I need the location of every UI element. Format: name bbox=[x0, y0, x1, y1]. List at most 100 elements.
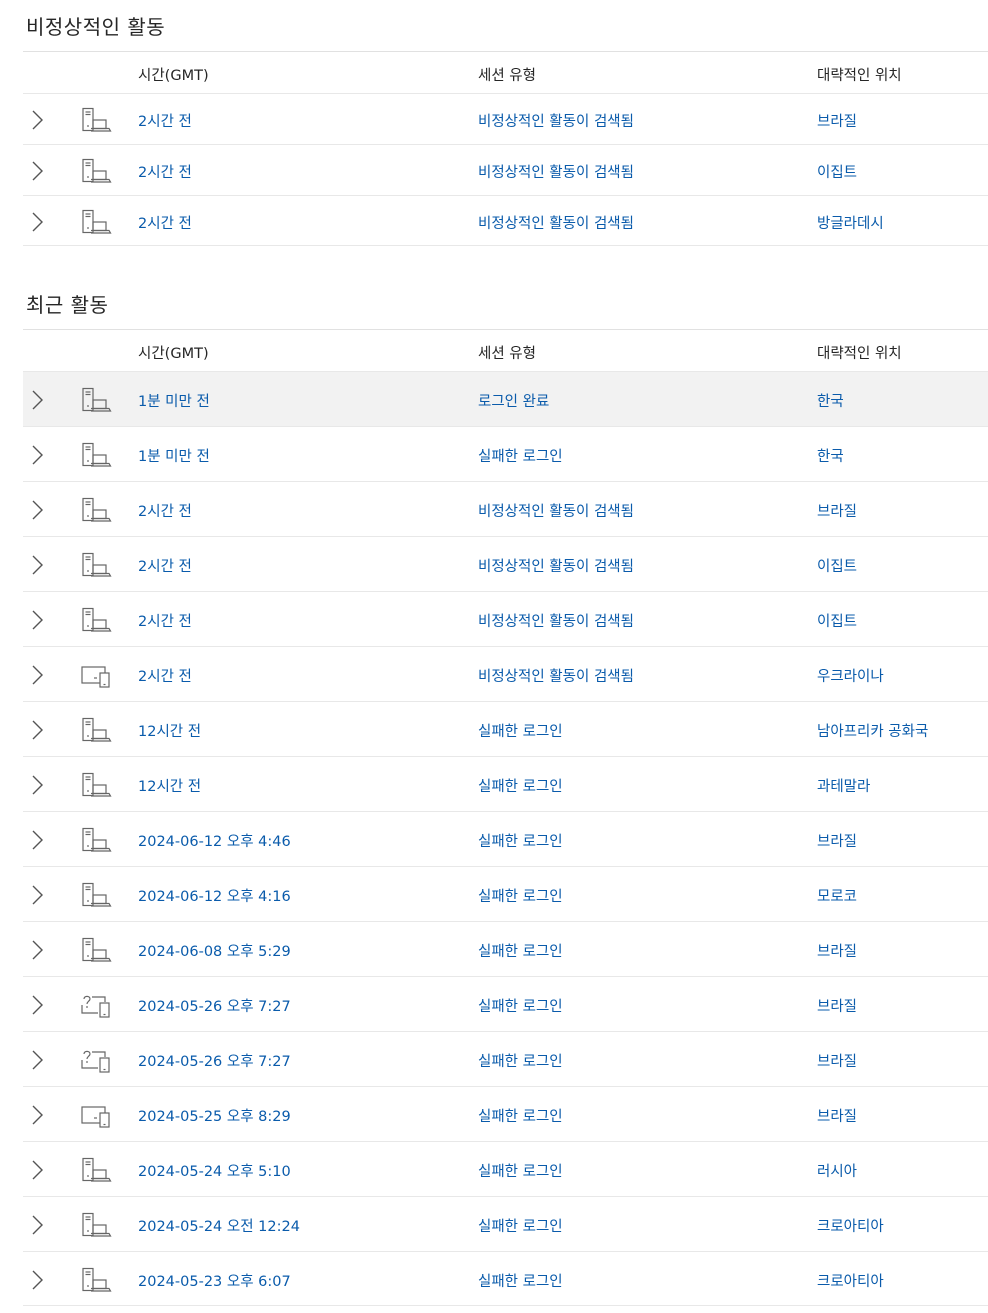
row-session-type-link[interactable]: 비정상적인 활동이 검색됨 bbox=[478, 610, 634, 631]
row-location-link[interactable]: 크로아티아 bbox=[817, 1215, 884, 1236]
chevron-right-icon[interactable] bbox=[27, 774, 45, 796]
row-time-link[interactable]: 2시간 전 bbox=[138, 500, 192, 521]
row-session-type-link[interactable]: 비정상적인 활동이 검색됨 bbox=[478, 212, 634, 233]
row-location-link[interactable]: 러시아 bbox=[817, 1160, 857, 1181]
row-session-type-link[interactable]: 비정상적인 활동이 검색됨 bbox=[478, 500, 634, 521]
chevron-right-icon[interactable] bbox=[27, 109, 45, 131]
row-session-type-link[interactable]: 비정상적인 활동이 검색됨 bbox=[478, 555, 634, 576]
chevron-right-icon[interactable] bbox=[27, 1049, 45, 1071]
table-row[interactable]: 2시간 전 비정상적인 활동이 검색됨 이집트 bbox=[23, 591, 988, 646]
table-row[interactable]: 2시간 전 비정상적인 활동이 검색됨 브라질 bbox=[23, 93, 988, 144]
row-location-link[interactable]: 과테말라 bbox=[817, 775, 870, 796]
row-time-link[interactable]: 2024-06-12 오후 4:16 bbox=[138, 885, 291, 906]
row-location-link[interactable]: 브라질 bbox=[817, 940, 857, 961]
row-location-link[interactable]: 브라질 bbox=[817, 110, 857, 131]
row-session-type-link[interactable]: 로그인 완료 bbox=[478, 390, 549, 411]
row-location-link[interactable]: 이집트 bbox=[817, 555, 857, 576]
table-row[interactable]: 2시간 전 비정상적인 활동이 검색됨 이집트 bbox=[23, 144, 988, 195]
chevron-right-icon[interactable] bbox=[27, 1104, 45, 1126]
row-session-type-link[interactable]: 비정상적인 활동이 검색됨 bbox=[478, 161, 634, 182]
row-location-link[interactable]: 남아프리카 공화국 bbox=[817, 720, 928, 741]
row-time-link[interactable]: 2024-05-26 오후 7:27 bbox=[138, 1050, 291, 1071]
row-time-link[interactable]: 2024-06-08 오후 5:29 bbox=[138, 940, 291, 961]
row-session-type-link[interactable]: 실패한 로그인 bbox=[478, 775, 563, 796]
row-time-link[interactable]: 2024-05-24 오후 5:10 bbox=[138, 1160, 291, 1181]
row-location-link[interactable]: 한국 bbox=[817, 445, 844, 466]
table-row[interactable]: 2024-05-23 오후 6:07 실패한 로그인 크로아티아 bbox=[23, 1251, 988, 1306]
table-row[interactable]: 2024-06-08 오후 5:29 실패한 로그인 브라질 bbox=[23, 921, 988, 976]
row-session-type-link[interactable]: 실패한 로그인 bbox=[478, 1270, 563, 1291]
table-row[interactable]: 2024-06-12 오후 4:46 실패한 로그인 브라질 bbox=[23, 811, 988, 866]
row-time-link[interactable]: 1분 미만 전 bbox=[138, 445, 210, 466]
chevron-right-icon[interactable] bbox=[27, 444, 45, 466]
chevron-right-icon[interactable] bbox=[27, 554, 45, 576]
chevron-right-icon[interactable] bbox=[27, 609, 45, 631]
row-session-type-link[interactable]: 실패한 로그인 bbox=[478, 1050, 563, 1071]
row-session-type-link[interactable]: 실패한 로그인 bbox=[478, 1215, 563, 1236]
row-time-link[interactable]: 2024-05-23 오후 6:07 bbox=[138, 1270, 291, 1291]
row-time-link[interactable]: 2024-05-25 오후 8:29 bbox=[138, 1105, 291, 1126]
table-row[interactable]: 2024-05-24 오후 5:10 실패한 로그인 러시아 bbox=[23, 1141, 988, 1196]
chevron-right-icon[interactable] bbox=[27, 1269, 45, 1291]
row-time-link[interactable]: 2024-05-26 오후 7:27 bbox=[138, 995, 291, 1016]
row-time-link[interactable]: 2시간 전 bbox=[138, 665, 192, 686]
row-time-link[interactable]: 2시간 전 bbox=[138, 161, 192, 182]
chevron-right-icon[interactable] bbox=[27, 994, 45, 1016]
row-time-link[interactable]: 2시간 전 bbox=[138, 110, 192, 131]
table-row[interactable]: 2024-05-26 오후 7:27 실패한 로그인 브라질 bbox=[23, 976, 988, 1031]
row-time-link[interactable]: 2시간 전 bbox=[138, 610, 192, 631]
row-location-link[interactable]: 방글라데시 bbox=[817, 212, 884, 233]
row-session-type-link[interactable]: 실패한 로그인 bbox=[478, 1105, 563, 1126]
row-session-type-link[interactable]: 실패한 로그인 bbox=[478, 940, 563, 961]
row-time-link[interactable]: 2시간 전 bbox=[138, 212, 192, 233]
chevron-right-icon[interactable] bbox=[27, 499, 45, 521]
row-time-link[interactable]: 12시간 전 bbox=[138, 775, 201, 796]
table-row[interactable]: 2시간 전 비정상적인 활동이 검색됨 브라질 bbox=[23, 481, 988, 536]
row-time-link[interactable]: 2024-05-24 오전 12:24 bbox=[138, 1215, 300, 1236]
row-session-type-link[interactable]: 실패한 로그인 bbox=[478, 720, 563, 741]
row-location-link[interactable]: 모로코 bbox=[817, 885, 857, 906]
table-row[interactable]: 2024-05-26 오후 7:27 실패한 로그인 브라질 bbox=[23, 1031, 988, 1086]
chevron-right-icon[interactable] bbox=[27, 211, 45, 233]
table-row[interactable]: 12시간 전 실패한 로그인 남아프리카 공화국 bbox=[23, 701, 988, 756]
row-session-type-link[interactable]: 실패한 로그인 bbox=[478, 1160, 563, 1181]
row-location-link[interactable]: 브라질 bbox=[817, 500, 857, 521]
row-location-link[interactable]: 브라질 bbox=[817, 995, 857, 1016]
row-location-link[interactable]: 브라질 bbox=[817, 1050, 857, 1071]
table-row[interactable]: 1분 미만 전 실패한 로그인 한국 bbox=[23, 426, 988, 481]
row-location-link[interactable]: 크로아티아 bbox=[817, 1270, 884, 1291]
row-location-link[interactable]: 브라질 bbox=[817, 1105, 857, 1126]
row-time-link[interactable]: 12시간 전 bbox=[138, 720, 201, 741]
row-session-type-link[interactable]: 비정상적인 활동이 검색됨 bbox=[478, 110, 634, 131]
table-row[interactable]: 2024-06-12 오후 4:16 실패한 로그인 모로코 bbox=[23, 866, 988, 921]
row-location-link[interactable]: 이집트 bbox=[817, 610, 857, 631]
chevron-right-icon[interactable] bbox=[27, 829, 45, 851]
row-session-type-link[interactable]: 비정상적인 활동이 검색됨 bbox=[478, 665, 634, 686]
table-row[interactable]: 2시간 전 비정상적인 활동이 검색됨 방글라데시 bbox=[23, 195, 988, 246]
table-row[interactable]: 2024-05-24 오전 12:24 실패한 로그인 크로아티아 bbox=[23, 1196, 988, 1251]
chevron-right-icon[interactable] bbox=[27, 884, 45, 906]
row-location-link[interactable]: 브라질 bbox=[817, 830, 857, 851]
table-row[interactable]: 2024-05-25 오후 8:29 실패한 로그인 브라질 bbox=[23, 1086, 988, 1141]
chevron-right-icon[interactable] bbox=[27, 939, 45, 961]
chevron-right-icon[interactable] bbox=[27, 389, 45, 411]
chevron-right-icon[interactable] bbox=[27, 1214, 45, 1236]
chevron-right-icon[interactable] bbox=[27, 160, 45, 182]
chevron-right-icon[interactable] bbox=[27, 664, 45, 686]
row-time-link[interactable]: 2024-06-12 오후 4:46 bbox=[138, 830, 291, 851]
row-time-link[interactable]: 2시간 전 bbox=[138, 555, 192, 576]
row-session-type-link[interactable]: 실패한 로그인 bbox=[478, 445, 563, 466]
table-row[interactable]: 2시간 전 비정상적인 활동이 검색됨 이집트 bbox=[23, 536, 988, 591]
row-session-type-link[interactable]: 실패한 로그인 bbox=[478, 995, 563, 1016]
row-location-link[interactable]: 이집트 bbox=[817, 161, 857, 182]
table-row[interactable]: 1분 미만 전 로그인 완료 한국 bbox=[23, 371, 988, 426]
chevron-right-icon[interactable] bbox=[27, 1159, 45, 1181]
row-time-link[interactable]: 1분 미만 전 bbox=[138, 390, 210, 411]
row-location-link[interactable]: 우크라이나 bbox=[817, 665, 884, 686]
table-row[interactable]: 12시간 전 실패한 로그인 과테말라 bbox=[23, 756, 988, 811]
chevron-right-icon[interactable] bbox=[27, 719, 45, 741]
table-row[interactable]: 2시간 전 비정상적인 활동이 검색됨 우크라이나 bbox=[23, 646, 988, 701]
row-session-type-link[interactable]: 실패한 로그인 bbox=[478, 830, 563, 851]
row-session-type-link[interactable]: 실패한 로그인 bbox=[478, 885, 563, 906]
row-location-link[interactable]: 한국 bbox=[817, 390, 844, 411]
